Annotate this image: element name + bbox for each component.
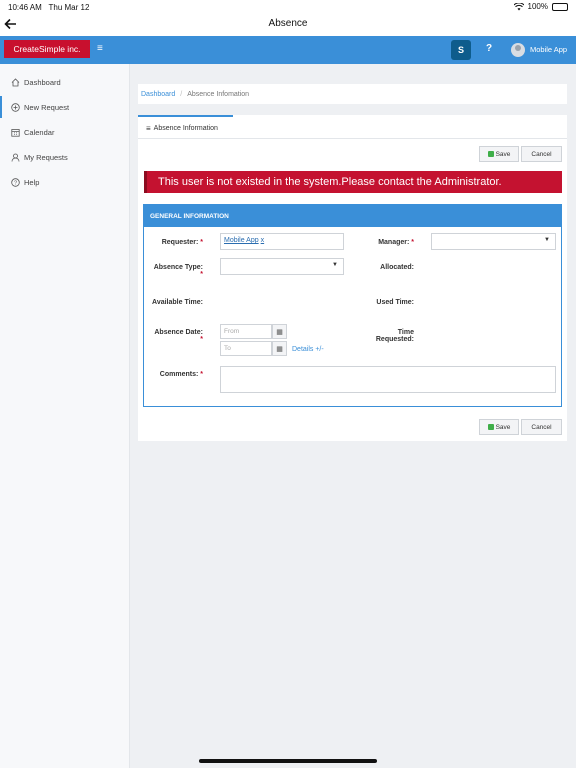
requester-field[interactable]: Mobile App x xyxy=(220,233,344,250)
chevron-down-icon: ▼ xyxy=(332,262,338,268)
error-alert: This user is not existed in the system.P… xyxy=(144,171,562,193)
brand-logo[interactable]: CreateSimple inc. xyxy=(4,40,90,58)
nav-title: Absence xyxy=(268,18,308,29)
avatar[interactable] xyxy=(511,43,525,57)
sharepoint-icon[interactable]: S xyxy=(451,40,471,60)
sidebar-item-label: Calendar xyxy=(24,127,55,137)
svg-text:?: ? xyxy=(14,180,17,186)
app-header: CreateSimple inc. ≡ S ? Mobile App xyxy=(0,36,576,64)
help-icon[interactable]: ? xyxy=(486,43,492,54)
save-button-top[interactable]: Save xyxy=(479,146,519,162)
breadcrumb: Dashboard / Absence Infomation xyxy=(138,84,567,104)
absence-type-select[interactable]: ▼ xyxy=(220,258,344,275)
details-toggle-link[interactable]: Details +/- xyxy=(292,346,324,353)
battery-icon xyxy=(552,2,568,11)
allocated-label: Allocated: xyxy=(380,264,414,271)
calendar-grid-icon[interactable]: ▦ xyxy=(272,324,287,339)
breadcrumb-separator: / xyxy=(180,90,183,98)
manager-select[interactable]: ▼ xyxy=(431,233,556,250)
wifi-icon xyxy=(513,2,524,10)
absence-type-label: Absence Type: * xyxy=(153,264,203,278)
sidebar: Dashboard New Request Calendar My Reques… xyxy=(0,64,130,768)
nav-bar: Absence xyxy=(0,14,576,36)
home-indicator[interactable] xyxy=(199,759,377,763)
sidebar-item-dashboard[interactable]: Dashboard xyxy=(0,71,130,93)
sidebar-item-help[interactable]: ? Help xyxy=(0,171,130,193)
save-icon xyxy=(487,151,494,157)
hamburger-menu-icon[interactable]: ≡ xyxy=(97,44,103,54)
plus-circle-icon xyxy=(11,102,20,112)
status-bar: 10:46 AM Thu Mar 12 100% xyxy=(0,0,576,14)
remove-tag-icon[interactable]: x xyxy=(261,237,265,244)
date-from-input[interactable]: From xyxy=(220,324,272,339)
save-icon xyxy=(487,424,494,430)
manager-label: Manager: * xyxy=(378,239,414,246)
section-title: GENERAL INFORMATION xyxy=(144,205,561,227)
sidebar-item-label: New Request xyxy=(24,102,70,112)
status-right: 100% xyxy=(513,2,568,11)
comments-textarea[interactable] xyxy=(220,366,556,393)
sidebar-item-label: Dashboard xyxy=(24,77,61,87)
user-icon xyxy=(11,153,20,162)
list-icon: ≡ xyxy=(146,123,151,133)
tab-label: Absence Information xyxy=(153,124,218,132)
save-button-bottom[interactable]: Save xyxy=(479,419,519,435)
status-time: 10:46 AM Thu Mar 12 xyxy=(8,3,90,12)
battery-percent: 100% xyxy=(527,2,548,11)
requester-label: Requester: * xyxy=(161,239,203,246)
calendar-icon xyxy=(11,128,20,137)
chevron-down-icon: ▼ xyxy=(544,237,550,243)
time-requested-label: Time Requested: xyxy=(375,329,414,343)
cancel-button-top[interactable]: Cancel xyxy=(521,146,562,162)
error-alert-message: This user is not existed in the system.P… xyxy=(158,176,502,188)
absence-date-label: Absence Date: * xyxy=(154,329,203,343)
tab-divider xyxy=(138,138,567,139)
tab-absence-information[interactable]: ≡ Absence Information xyxy=(138,115,233,139)
user-name[interactable]: Mobile App xyxy=(530,45,567,54)
sidebar-item-label: Help xyxy=(24,177,40,187)
breadcrumb-current: Absence Infomation xyxy=(187,90,250,98)
cancel-button-bottom[interactable]: Cancel xyxy=(521,419,562,435)
home-icon xyxy=(11,77,20,87)
available-time-label: Available Time: xyxy=(152,299,203,306)
sidebar-item-calendar[interactable]: Calendar xyxy=(0,121,130,143)
sidebar-item-new-request[interactable]: New Request xyxy=(0,96,130,118)
sidebar-item-label: My Requests xyxy=(24,152,68,162)
breadcrumb-dashboard-link[interactable]: Dashboard xyxy=(141,91,175,98)
sidebar-item-my-requests[interactable]: My Requests xyxy=(0,146,130,168)
calendar-grid-icon[interactable]: ▦ xyxy=(272,341,287,356)
date-to-input[interactable]: To xyxy=(220,341,272,356)
used-time-label: Used Time: xyxy=(376,299,414,306)
comments-label: Comments: * xyxy=(159,371,203,378)
question-circle-icon: ? xyxy=(11,177,20,187)
requester-tag[interactable]: Mobile App x xyxy=(224,237,264,244)
general-information-section: GENERAL INFORMATION Requester: * Mobile … xyxy=(143,204,562,407)
